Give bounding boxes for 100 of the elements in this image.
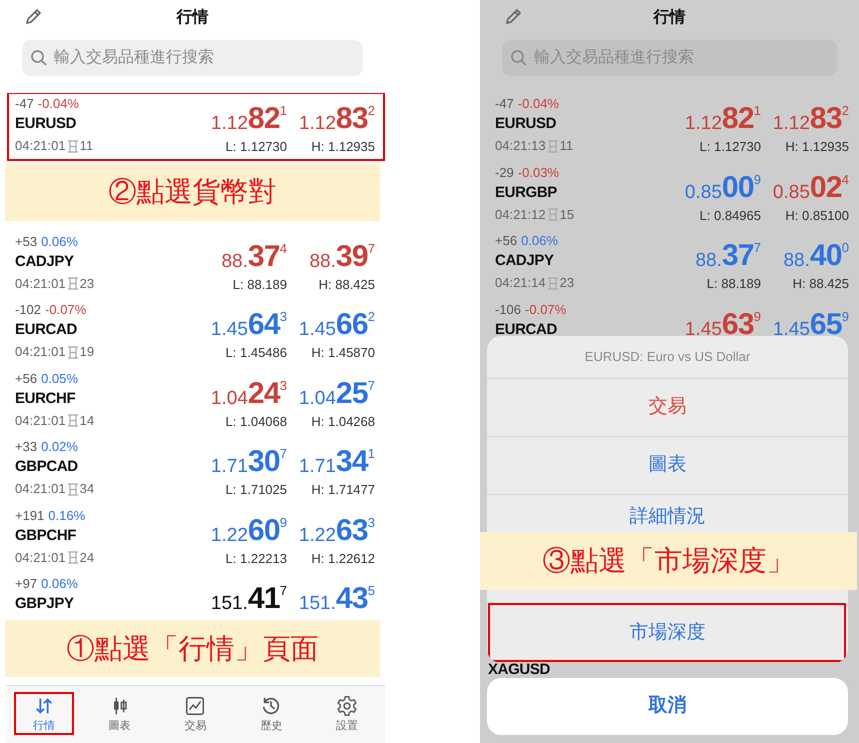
spread-value: 11 — [80, 137, 94, 155]
tab-button[interactable]: 歷史 — [233, 686, 310, 743]
change-points: +97 — [15, 575, 38, 592]
change-points: -47 — [15, 95, 34, 112]
low-price: L: 1.22213 — [226, 550, 287, 568]
change-percent: 0.06% — [41, 575, 78, 592]
symbol-name: GBPCAD — [15, 457, 79, 477]
change-percent: -0.07% — [45, 301, 86, 318]
high-price: H: 1.71477 — [311, 481, 375, 499]
symbol-name: GBPCHF — [15, 526, 78, 546]
change-percent: -0.07% — [525, 300, 566, 318]
quote-time: 04:21:01 — [15, 137, 66, 155]
symbol-name: XAGUSD — [488, 660, 550, 680]
symbol-name: EURGBP — [495, 182, 558, 202]
spread-value: 15 — [560, 206, 574, 224]
low-price: L: 88.189 — [232, 276, 287, 294]
symbol-name: CADJPY — [495, 251, 555, 271]
screen-title: 行情 — [654, 8, 686, 28]
spread-icon — [66, 482, 79, 496]
change-points: +53 — [15, 232, 38, 250]
spread-icon — [66, 414, 79, 427]
change-points: +56 — [15, 370, 38, 386]
high-price: H: 0.85100 — [785, 206, 849, 224]
edit-icon[interactable] — [24, 6, 44, 26]
low-price: L: 1.12730 — [700, 138, 761, 156]
sheet-title: EURUSD: Euro vs US Dollar — [487, 336, 848, 379]
instruction-banner: ①點選「行情」頁面 — [5, 620, 380, 677]
low-price: L: 1.71025 — [226, 481, 287, 499]
change-percent: 0.16% — [48, 506, 86, 524]
high-price: H: 1.12935 — [311, 138, 375, 156]
highlight-frame — [14, 692, 74, 735]
screen-title: 行情 — [176, 8, 208, 28]
low-price: L: 1.45486 — [226, 344, 287, 362]
spread-icon — [66, 346, 79, 358]
change-percent: -0.04% — [518, 95, 559, 112]
spread-icon — [546, 208, 559, 221]
spread-value: 14 — [80, 412, 94, 430]
spread-icon — [66, 551, 79, 564]
spread-icon — [66, 277, 79, 290]
edit-icon[interactable] — [504, 6, 524, 26]
change-points: -102 — [15, 301, 42, 318]
quote-time: 04:21:01 — [15, 412, 66, 430]
spread-icon — [546, 276, 559, 290]
search-field[interactable]: 輸入交易品種進行搜索 — [502, 40, 837, 76]
search-icon — [510, 49, 528, 67]
symbol-name: EURUSD — [495, 114, 558, 134]
spread-value: 34 — [80, 480, 94, 498]
change-percent: 0.02% — [41, 438, 78, 455]
low-price: L: 0.84965 — [700, 206, 761, 224]
low-price: L: 88.189 — [706, 275, 761, 293]
tab-button[interactable]: 行情 — [6, 686, 82, 743]
settings-icon — [336, 694, 358, 717]
instruction-banner: ②點選貨幣對 — [5, 164, 380, 220]
line-chart-icon — [184, 694, 206, 717]
high-price: H: 1.22612 — [311, 550, 375, 568]
change-points: +191 — [15, 506, 44, 524]
change-percent: -0.03% — [518, 164, 559, 180]
low-price: L: 1.04068 — [226, 412, 287, 430]
spread-icon — [66, 140, 79, 152]
spread-value: 23 — [80, 274, 94, 292]
action-item[interactable]: 交易 — [487, 379, 848, 437]
change-percent: 0.05% — [41, 370, 78, 386]
change-percent: 0.06% — [41, 232, 78, 250]
spread-value: 24 — [80, 548, 94, 566]
quote-time: 04:21:01 — [15, 548, 66, 566]
high-price: H: 1.12935 — [785, 138, 849, 156]
tab-button[interactable]: 交易 — [158, 686, 234, 743]
tab-button[interactable]: 設置 — [309, 686, 385, 743]
change-percent: 0.06% — [521, 232, 558, 249]
symbol-name: EURCAD — [15, 320, 78, 340]
change-points: -29 — [495, 164, 514, 180]
spread-value: 11 — [560, 137, 574, 155]
change-points: -106 — [495, 300, 522, 318]
quote-time: 04:21:13 — [495, 137, 546, 155]
action-item[interactable]: 圖表 — [487, 437, 848, 495]
action-item[interactable]: 市場深度 — [487, 605, 848, 663]
high-price: H: 1.04268 — [311, 412, 375, 430]
spread-value: 23 — [560, 274, 574, 292]
high-price: H: 88.425 — [792, 275, 849, 293]
action-item[interactable]: 詳細情況 — [487, 495, 848, 532]
spread-value: 19 — [80, 343, 94, 361]
high-price: H: 1.45870 — [311, 344, 375, 362]
high-price: H: 88.425 — [318, 276, 375, 294]
tab-button[interactable]: 圖表 — [82, 686, 158, 743]
symbol-name: CADJPY — [15, 252, 75, 272]
low-price: L: 1.12730 — [226, 138, 287, 156]
change-points: +33 — [15, 438, 38, 455]
search-field[interactable]: 輸入交易品種進行搜索 — [22, 40, 363, 76]
symbol-name: EURCHF — [15, 388, 76, 408]
symbol-name: EURUSD — [15, 114, 78, 134]
quote-time: 04:21:01 — [15, 274, 66, 292]
spread-icon — [546, 140, 559, 152]
symbol-name: GBPJPY — [15, 594, 75, 614]
cancel-button[interactable]: 取消 — [487, 678, 848, 735]
quote-time: 04:21:12 — [495, 206, 546, 224]
change-points: +56 — [495, 232, 518, 249]
quote-time: 04:21:01 — [15, 343, 66, 361]
quote-time: 04:21:01 — [15, 480, 66, 498]
change-percent: -0.04% — [38, 95, 79, 112]
search-icon — [30, 49, 48, 67]
